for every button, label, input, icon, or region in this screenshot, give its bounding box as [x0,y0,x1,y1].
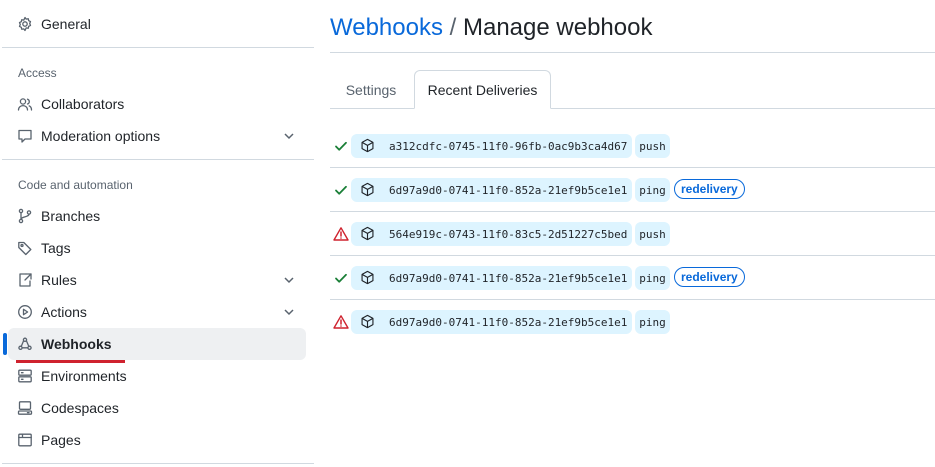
delivery-guid: 6d97a9d0-0741-11f0-852a-21ef9b5ce1e1 [389,183,628,197]
delivery-row[interactable]: 6d97a9d0-0741-11f0-852a-21ef9b5ce1e1 ping… [330,256,935,300]
package-icon [360,138,376,154]
codespaces-icon [17,400,33,416]
package-icon [360,182,376,198]
sidebar-item-branches[interactable]: Branches [8,200,306,232]
delivery-guid: 6d97a9d0-0741-11f0-852a-21ef9b5ce1e1 [389,315,628,329]
package-icon [360,314,376,330]
delivery-guid-button[interactable]: a312cdfc-0745-11f0-96fb-0ac9b3ca4d67 [351,134,632,158]
delivery-guid-button[interactable]: 564e919c-0743-11f0-83c5-2d51227c5bed [351,222,632,246]
tab-settings[interactable]: Settings [334,70,408,109]
chevron-down-icon[interactable] [282,305,296,319]
sidebar-item-label: Environments [41,368,127,384]
sidebar-item-label: Tags [41,240,71,256]
server-icon [17,368,33,384]
delivery-guid-button[interactable]: 6d97a9d0-0741-11f0-852a-21ef9b5ce1e1 [351,266,632,290]
sidebar-item-label: Codespaces [41,400,119,416]
tag-icon [17,240,33,256]
redelivery-badge: redelivery [674,179,745,199]
delivery-guid-button[interactable]: 6d97a9d0-0741-11f0-852a-21ef9b5ce1e1 [351,178,632,202]
sidebar-item-general[interactable]: General [8,8,306,40]
check-icon [333,270,349,286]
branch-icon [17,208,33,224]
sidebar-item-environments[interactable]: Environments [8,360,306,392]
sidebar-divider [2,47,314,48]
row-divider [330,299,935,300]
delivery-row[interactable]: 6d97a9d0-0741-11f0-852a-21ef9b5ce1e1 ping [330,300,935,344]
people-icon [17,96,33,112]
page-title: Webhooks / Manage webhook [330,12,652,44]
event-badge: ping [635,266,670,290]
page-title-text: Manage webhook [462,14,653,41]
delivery-row[interactable]: a312cdfc-0745-11f0-96fb-0ac9b3ca4d67 push [330,124,935,168]
settings-sidebar: General Access Collaborators Moderation … [0,0,316,467]
sidebar-item-label: Collaborators [41,96,125,112]
sidebar-item-collaborators[interactable]: Collaborators [8,88,306,120]
sidebar-item-label: Webhooks [41,336,112,352]
delivery-guid: a312cdfc-0745-11f0-96fb-0ac9b3ca4d67 [389,139,628,153]
sidebar-item-actions[interactable]: Actions [8,296,306,328]
delivery-row[interactable]: 564e919c-0743-11f0-83c5-2d51227c5bed push [330,212,935,256]
package-icon [360,226,376,242]
sidebar-divider [2,159,314,160]
event-badge: push [635,134,670,158]
check-icon [333,138,349,154]
delivery-row[interactable]: 6d97a9d0-0741-11f0-852a-21ef9b5ce1e1 ping… [330,168,935,212]
alert-icon [333,226,349,242]
delivery-guid: 564e919c-0743-11f0-83c5-2d51227c5bed [389,227,628,241]
breadcrumb-separator: / [449,14,457,41]
sidebar-group-access: Access [18,66,57,80]
event-badge: push [635,222,670,246]
delivery-guid-button[interactable]: 6d97a9d0-0741-11f0-852a-21ef9b5ce1e1 [351,310,632,334]
rules-icon [17,272,33,288]
check-icon [333,182,349,198]
row-divider [330,167,935,168]
row-divider [330,211,935,212]
gear-icon [17,16,33,32]
sidebar-item-label: Actions [41,304,87,320]
sidebar-item-label: Branches [41,208,101,224]
browser-icon [17,432,33,448]
sidebar-item-codespaces[interactable]: Codespaces [8,392,306,424]
redelivery-badge: redelivery [674,267,745,287]
sidebar-divider [2,463,314,464]
sidebar-item-webhooks[interactable]: Webhooks [8,328,306,360]
sidebar-group-code: Code and automation [18,178,133,192]
chevron-down-icon[interactable] [282,273,296,287]
sidebar-item-label: General [41,16,91,32]
webhook-icon [17,336,33,352]
sidebar-item-rules[interactable]: Rules [8,264,306,296]
sidebar-item-tags[interactable]: Tags [8,232,306,264]
chevron-down-icon[interactable] [282,129,296,143]
active-indicator [3,333,7,355]
alert-icon [333,314,349,330]
package-icon [360,270,376,286]
breadcrumb-webhooks-link[interactable]: Webhooks [330,14,443,41]
sidebar-item-moderation[interactable]: Moderation options [8,120,306,152]
sidebar-item-label: Pages [41,432,81,448]
sidebar-item-label: Moderation options [41,128,161,144]
row-divider [330,255,935,256]
play-icon [17,304,33,320]
event-badge: ping [635,310,670,334]
sidebar-item-pages[interactable]: Pages [8,424,306,456]
title-divider [330,52,935,53]
event-badge: ping [635,178,670,202]
sidebar-item-label: Rules [41,272,77,288]
delivery-guid: 6d97a9d0-0741-11f0-852a-21ef9b5ce1e1 [389,271,628,285]
tab-recent-deliveries[interactable]: Recent Deliveries [414,70,551,109]
comment-icon [17,128,33,144]
